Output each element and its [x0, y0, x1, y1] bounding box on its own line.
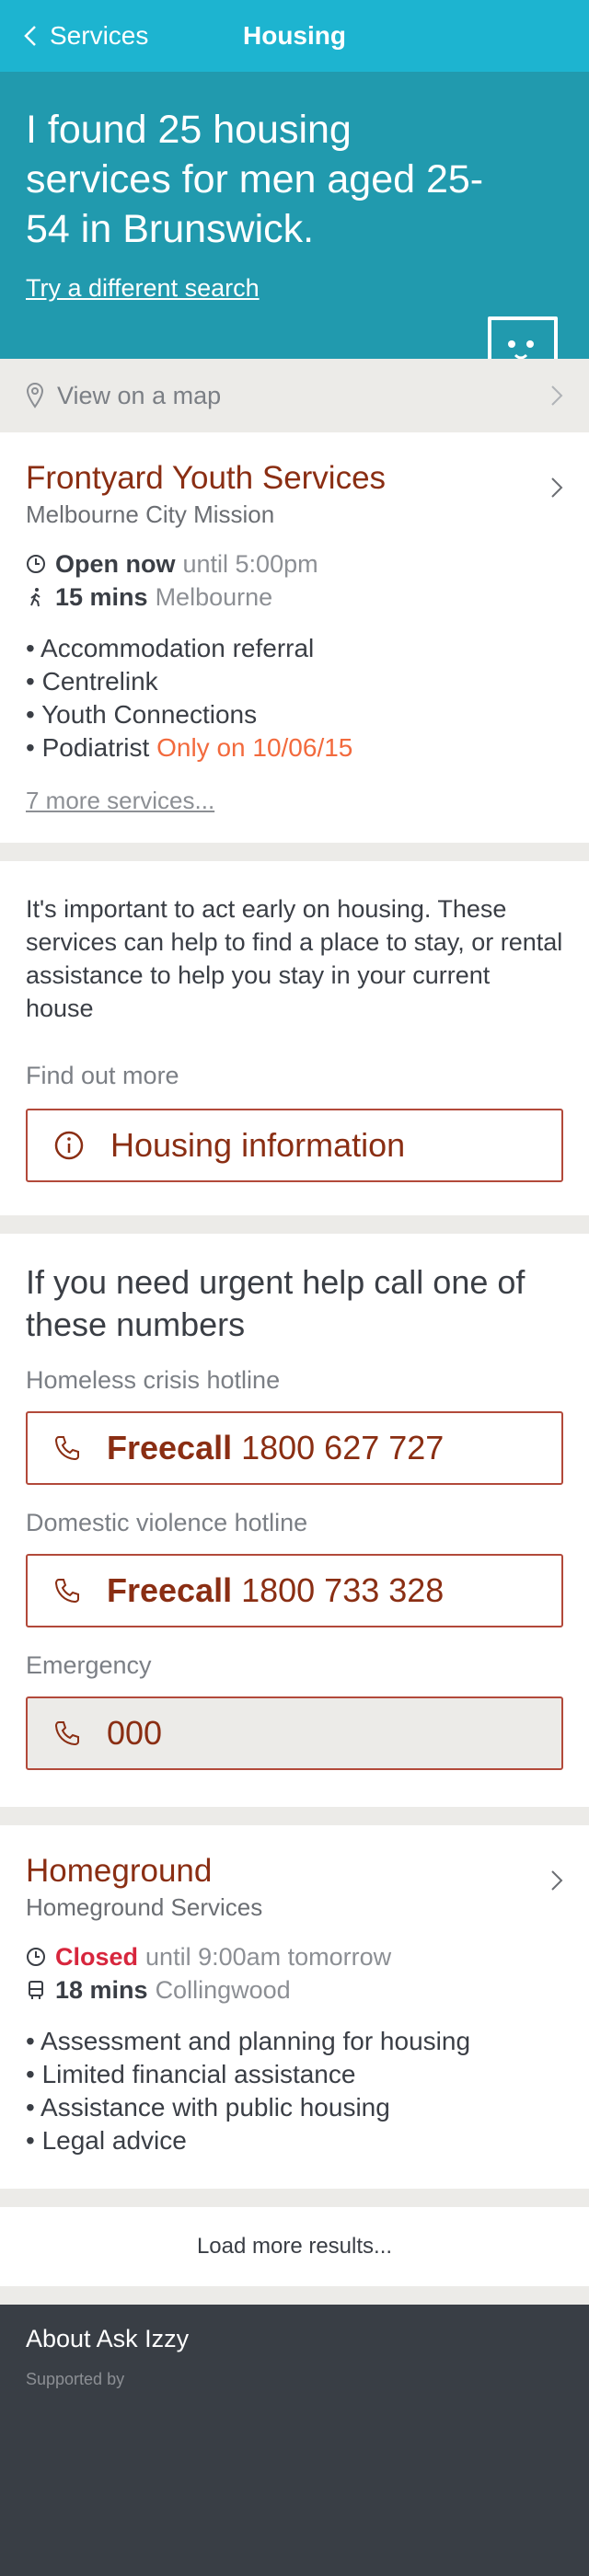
hotline-label: Domestic violence hotline — [26, 1509, 308, 1536]
chevron-right-icon — [551, 477, 563, 498]
service-title[interactable]: Homeground — [26, 1853, 563, 1890]
service-organisation: Homeground Services — [26, 1893, 263, 1921]
travel-place: Collingwood — [155, 1976, 291, 2004]
list-item: Assistance with public housing — [26, 2091, 563, 2124]
housing-info-card: It's important to act early on housing. … — [0, 861, 589, 1215]
map-pin-icon — [26, 382, 44, 408]
service-card-frontyard[interactable]: Frontyard Youth Services Melbourne City … — [0, 432, 589, 843]
phone-icon — [54, 1579, 79, 1604]
results-heading: I found 25 housing services for men aged… — [26, 108, 484, 251]
service-card-homeground[interactable]: Homeground Homeground Services Closed un… — [0, 1825, 589, 2189]
back-button[interactable]: Services — [24, 0, 148, 72]
service-organisation: Melbourne City Mission — [26, 500, 275, 528]
travel-place: Melbourne — [155, 583, 273, 611]
phone-number: 1800 733 328 — [241, 1571, 445, 1609]
travel-duration: 18 mins — [55, 1976, 148, 2004]
back-label: Services — [50, 21, 149, 50]
hotline-label: Homeless crisis hotline — [26, 1366, 281, 1394]
travel-time: 15 mins Melbourne — [26, 581, 563, 614]
more-services-link[interactable]: 7 more services... — [26, 787, 214, 815]
chevron-right-icon — [551, 1870, 563, 1891]
chevron-right-icon — [551, 385, 563, 406]
phone-icon — [54, 1721, 79, 1746]
view-on-map-row[interactable]: View on a map — [0, 359, 589, 432]
view-on-map-label: View on a map — [57, 381, 222, 409]
list-item: Youth Connections — [26, 698, 563, 731]
clock-icon — [27, 1948, 45, 1966]
footer: About Ask Izzy Supported by — [0, 2305, 589, 2576]
open-status: Open now — [55, 550, 176, 578]
closed-until: until 9:00am tomorrow — [145, 1943, 392, 1971]
results-header: I found 25 housing services for men aged… — [0, 72, 589, 398]
housing-information-button[interactable]: Housing information — [26, 1109, 563, 1182]
opening-hours: Open now until 5:00pm — [26, 547, 563, 581]
urgent-help-card: If you need urgent help call one of thes… — [0, 1234, 589, 1807]
hotline-label: Emergency — [26, 1651, 152, 1679]
open-until: until 5:00pm — [182, 550, 318, 578]
app-bar: Services Housing — [0, 0, 589, 72]
about-link[interactable]: About Ask Izzy — [26, 2325, 189, 2353]
chevron-left-icon — [24, 26, 36, 46]
phone-number: 000 — [107, 1714, 163, 1752]
travel-time: 18 mins Collingwood — [26, 1973, 563, 2007]
call-homeless-hotline-button[interactable]: Freecall 1800 627 727 — [26, 1411, 563, 1485]
phone-icon — [54, 1436, 79, 1461]
bus-icon — [29, 1981, 43, 1999]
call-domestic-violence-hotline-button[interactable]: Freecall 1800 733 328 — [26, 1554, 563, 1627]
clock-icon — [27, 555, 45, 573]
supported-by-label: Supported by — [26, 2370, 125, 2388]
load-more-button[interactable]: Load more results... — [0, 2207, 589, 2286]
housing-advice-text: It's important to act early on housing. … — [26, 895, 563, 1022]
closed-status: Closed — [55, 1943, 139, 1971]
info-icon — [54, 1131, 84, 1160]
find-out-more-label: Find out more — [26, 1062, 179, 1089]
list-item: Limited financial assistance — [26, 2058, 563, 2091]
services-list: Accommodation referral Centrelink Youth … — [26, 632, 563, 765]
walking-icon — [30, 588, 40, 607]
urgent-help-heading: If you need urgent help call one of thes… — [26, 1263, 525, 1343]
list-item: Centrelink — [26, 665, 563, 698]
phone-number: 1800 627 727 — [241, 1429, 445, 1466]
services-list: Assessment and planning for housing Limi… — [26, 2025, 563, 2157]
call-emergency-button[interactable]: 000 — [26, 1696, 563, 1770]
opening-hours: Closed until 9:00am tomorrow — [26, 1940, 563, 1973]
different-search-link[interactable]: Try a different search — [26, 274, 260, 303]
service-availability-note: Only on 10/06/15 — [156, 733, 353, 762]
service-title[interactable]: Frontyard Youth Services — [26, 460, 563, 497]
list-item: Assessment and planning for housing — [26, 2025, 563, 2058]
freecall-label: Freecall — [107, 1571, 233, 1609]
list-item: Legal advice — [26, 2124, 563, 2157]
list-item: Accommodation referral — [26, 632, 563, 665]
housing-information-label: Housing information — [110, 1126, 406, 1164]
list-item: Podiatrist Only on 10/06/15 — [26, 731, 563, 765]
travel-duration: 15 mins — [55, 583, 148, 611]
freecall-label: Freecall — [107, 1429, 233, 1466]
